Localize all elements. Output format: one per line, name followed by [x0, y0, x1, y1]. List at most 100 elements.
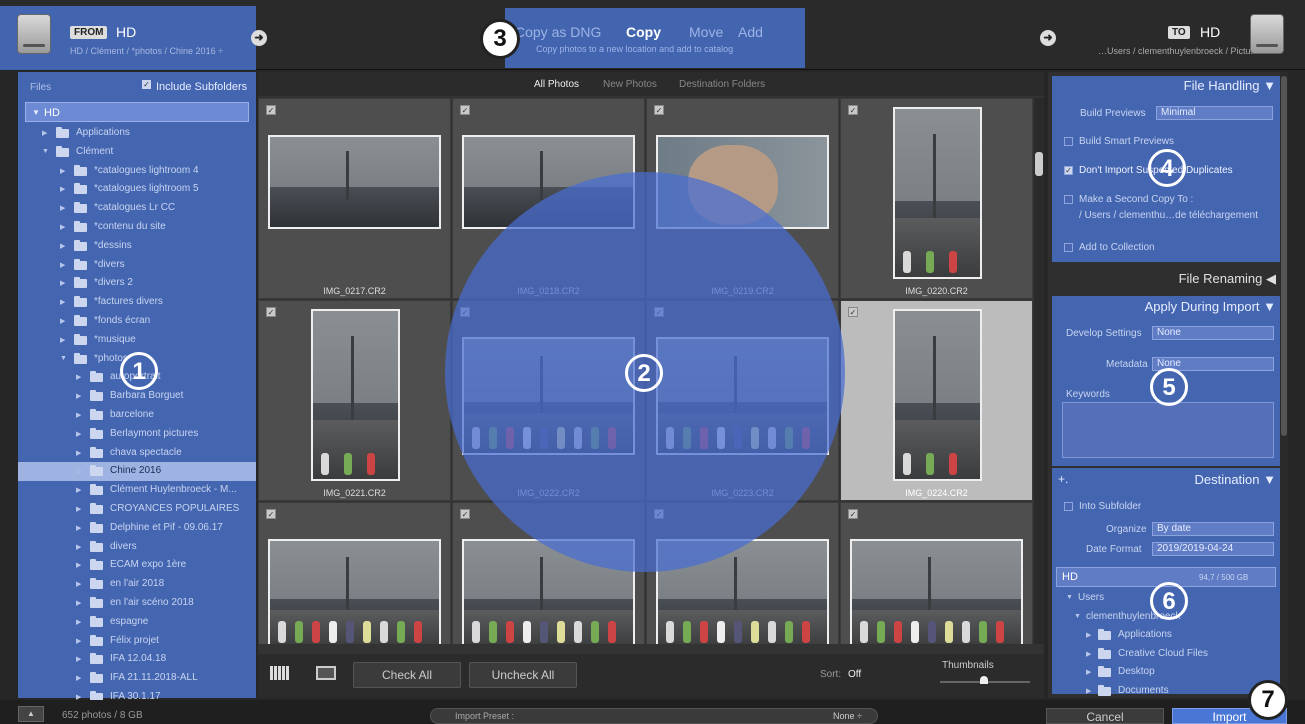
destination-header[interactable]: Destination ▼: [1048, 472, 1288, 487]
thumbnail-cell[interactable]: ✓ IMG_0218.CR2: [452, 98, 645, 299]
folder-item[interactable]: ▶ Clément Huylenbroeck - M...: [18, 481, 256, 500]
folder-item[interactable]: ▶ CROYANCES POPULAIRES: [18, 500, 256, 519]
thumbnail-cell[interactable]: ✓ IMG_0223.CR2: [646, 300, 839, 501]
thumbnail-cell[interactable]: ✓ IMG_0220.CR2: [840, 98, 1033, 299]
folder-item[interactable]: ▶ *fonds écran: [18, 312, 256, 331]
sort-value[interactable]: Off: [848, 669, 861, 680]
folder-item[interactable]: ▼ Clément: [18, 143, 256, 162]
dest-folder-item[interactable]: ▶ Desktop: [1056, 663, 1276, 682]
triangle-right-icon[interactable]: ▶: [76, 449, 81, 457]
photo-thumbnail[interactable]: [656, 337, 829, 455]
triangle-down-icon[interactable]: ▼: [1066, 594, 1073, 601]
organize-select[interactable]: By date: [1152, 522, 1274, 536]
tab-new-photos[interactable]: New Photos: [603, 79, 657, 90]
thumbnail-cell[interactable]: ✓ IMG_0219.CR2: [646, 98, 839, 299]
build-previews-select[interactable]: Minimal: [1156, 106, 1273, 120]
triangle-down-icon[interactable]: ▼: [42, 148, 49, 155]
triangle-right-icon[interactable]: ▶: [1086, 687, 1091, 695]
thumbnail-cell[interactable]: ✓: [258, 502, 451, 644]
source-drive-icon[interactable]: [17, 14, 51, 54]
photo-thumbnail[interactable]: [850, 539, 1023, 644]
folder-item[interactable]: ▶ barcelone: [18, 406, 256, 425]
triangle-right-icon[interactable]: ▶: [60, 317, 65, 325]
loupe-view-icon[interactable]: [316, 666, 336, 680]
folder-item[interactable]: ▶ IFA 12.04.18: [18, 650, 256, 669]
volume-header[interactable]: ▼ HD: [25, 102, 249, 122]
smart-previews-checkbox[interactable]: [1064, 137, 1073, 146]
include-subfolders-checkbox[interactable]: ✓: [142, 80, 151, 89]
file-handling-header[interactable]: File Handling ▼: [1048, 78, 1288, 93]
into-subfolder-label[interactable]: Into Subfolder: [1079, 501, 1141, 512]
triangle-right-icon[interactable]: ▶: [76, 430, 81, 438]
triangle-right-icon[interactable]: ▶: [76, 486, 81, 494]
into-subfolder-checkbox[interactable]: [1064, 502, 1073, 511]
photo-thumbnail[interactable]: [462, 135, 635, 229]
include-checkbox[interactable]: ✓: [266, 509, 276, 519]
folder-item[interactable]: ▶ *dessins: [18, 237, 256, 256]
second-copy-checkbox[interactable]: [1064, 195, 1073, 204]
folder-item[interactable]: ▶ *divers 2: [18, 274, 256, 293]
dest-folder-item[interactable]: ▶ Creative Cloud Files: [1056, 645, 1276, 664]
thumbnail-cell[interactable]: ✓: [840, 502, 1033, 644]
triangle-right-icon[interactable]: ▶: [76, 599, 81, 607]
include-checkbox[interactable]: ✓: [654, 105, 664, 115]
triangle-right-icon[interactable]: ▶: [60, 167, 65, 175]
grid-scrollbar[interactable]: [1034, 98, 1044, 644]
thumbnail-cell[interactable]: ✓: [646, 502, 839, 644]
triangle-right-icon[interactable]: ▶: [76, 505, 81, 513]
triangle-right-icon[interactable]: ▶: [76, 580, 81, 588]
grid-scroll-thumb[interactable]: [1035, 152, 1043, 176]
triangle-right-icon[interactable]: ▷: [76, 467, 81, 475]
folder-item[interactable]: ▶ *factures divers: [18, 293, 256, 312]
triangle-right-icon[interactable]: ▶: [60, 279, 65, 287]
triangle-right-icon[interactable]: ▶: [76, 561, 81, 569]
folder-item[interactable]: ▶ *divers: [18, 256, 256, 275]
include-checkbox[interactable]: ✓: [848, 509, 858, 519]
triangle-right-icon[interactable]: ▶: [76, 618, 81, 626]
photo-thumbnail[interactable]: [462, 337, 635, 455]
thumbnail-slider-handle[interactable]: [980, 676, 988, 684]
triangle-right-icon[interactable]: ▶: [1086, 668, 1091, 676]
photo-thumbnail[interactable]: [311, 309, 400, 481]
triangle-right-icon[interactable]: ▶: [60, 204, 65, 212]
add-mode[interactable]: Add: [738, 24, 763, 40]
smart-previews-label[interactable]: Build Smart Previews: [1079, 136, 1174, 147]
source-volume[interactable]: HD: [116, 24, 136, 40]
tab-destination-folders[interactable]: Destination Folders: [679, 79, 765, 90]
move-mode[interactable]: Move: [689, 24, 723, 40]
include-checkbox[interactable]: ✓: [654, 509, 664, 519]
thumbnail-cell[interactable]: ✓ IMG_0222.CR2: [452, 300, 645, 501]
source-path[interactable]: HD / Clément / *photos / Chine 2016 ÷: [70, 46, 223, 56]
uncheck-all-button[interactable]: Uncheck All: [469, 662, 577, 688]
triangle-right-icon[interactable]: ▶: [76, 373, 81, 381]
triangle-right-icon[interactable]: ▶: [76, 524, 81, 532]
thumbnail-cell[interactable]: ✓ IMG_0224.CR2: [840, 300, 1033, 501]
settings-scrollbar[interactable]: [1280, 72, 1288, 698]
dest-drive-icon[interactable]: [1250, 14, 1284, 54]
copy-mode[interactable]: Copy: [626, 24, 661, 40]
folder-item[interactable]: ▶ IFA 21.11.2018-ALL: [18, 669, 256, 688]
folder-item[interactable]: ▶ en l'air 2018: [18, 575, 256, 594]
grid-view-icon[interactable]: [270, 666, 290, 680]
photo-thumbnail[interactable]: [893, 107, 982, 279]
include-checkbox[interactable]: ✓: [266, 105, 276, 115]
triangle-right-icon[interactable]: ▶: [60, 336, 65, 344]
folder-item[interactable]: ▶ espagne: [18, 613, 256, 632]
dont-import-checkbox[interactable]: ✓: [1064, 166, 1073, 175]
folder-item[interactable]: ▶ Delphine et Pif - 09.06.17: [18, 519, 256, 538]
triangle-right-icon[interactable]: ▶: [60, 242, 65, 250]
develop-settings-select[interactable]: None: [1152, 326, 1274, 340]
include-checkbox[interactable]: ✓: [848, 105, 858, 115]
thumbnail-cell[interactable]: ✓: [452, 502, 645, 644]
apply-during-header[interactable]: Apply During Import ▼: [1048, 299, 1288, 314]
check-all-button[interactable]: Check All: [353, 662, 461, 688]
thumbnail-cell[interactable]: ✓ IMG_0221.CR2: [258, 300, 451, 501]
preset-value[interactable]: None ÷: [833, 711, 862, 721]
triangle-right-icon[interactable]: ▶: [76, 637, 81, 645]
dest-folder-item[interactable]: ▶ Documents: [1056, 682, 1276, 701]
triangle-right-icon[interactable]: ▶: [76, 543, 81, 551]
triangle-down-icon[interactable]: ▼: [1074, 613, 1081, 620]
dest-volume[interactable]: HD: [1200, 24, 1220, 40]
triangle-right-icon[interactable]: ▶: [1086, 631, 1091, 639]
folder-item[interactable]: ▶ Félix projet: [18, 632, 256, 651]
